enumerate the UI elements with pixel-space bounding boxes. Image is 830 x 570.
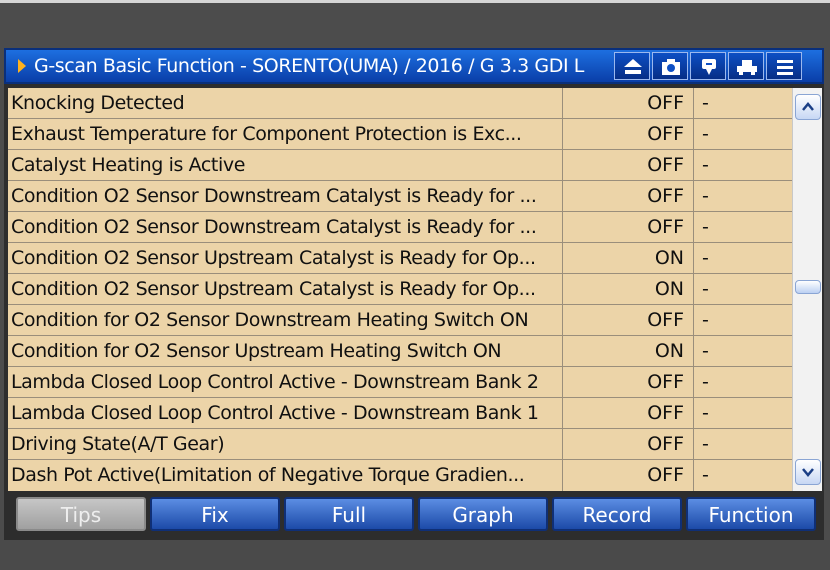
window-title: G-scan Basic Function - SORENTO(UMA) / 2…	[34, 55, 584, 77]
top-border	[0, 0, 830, 3]
full-button[interactable]: Full	[284, 497, 414, 531]
table-row[interactable]: Lambda Closed Loop Control Active - Down…	[8, 398, 792, 429]
scroll-down-button[interactable]	[795, 459, 821, 485]
screenshot-button[interactable]	[652, 52, 688, 80]
menu-button[interactable]	[766, 52, 802, 80]
parameter-unit: -	[702, 371, 709, 393]
parameter-name: Condition O2 Sensor Upstream Catalyst is…	[11, 247, 536, 269]
table-row[interactable]: Knocking Detected OFF -	[8, 88, 792, 119]
fix-button[interactable]: Fix	[150, 497, 280, 531]
parameter-name: Condition O2 Sensor Downstream Catalyst …	[11, 185, 537, 207]
parameter-unit: -	[702, 278, 709, 300]
menu-icon	[777, 60, 793, 75]
parameter-value: OFF	[647, 92, 684, 114]
bottom-strip	[0, 540, 830, 570]
parameter-unit: -	[702, 154, 709, 176]
parameter-name: Lambda Closed Loop Control Active - Down…	[11, 371, 539, 393]
parameter-unit: -	[702, 123, 709, 145]
parameter-unit: -	[702, 433, 709, 455]
scroll-up-button[interactable]	[795, 94, 821, 120]
parameter-name: Dash Pot Active(Limitation of Negative T…	[11, 464, 525, 486]
record-button[interactable]: Record	[552, 497, 682, 531]
parameter-value: OFF	[647, 402, 684, 424]
table-row[interactable]: Condition O2 Sensor Upstream Catalyst is…	[8, 274, 792, 305]
scroll-thumb[interactable]	[795, 280, 821, 294]
table-row[interactable]: Dash Pot Active(Limitation of Negative T…	[8, 460, 792, 491]
parameter-unit: -	[702, 185, 709, 207]
table-row[interactable]: Condition for O2 Sensor Downstream Heati…	[8, 305, 792, 336]
data-list-table: Knocking Detected OFF - Exhaust Temperat…	[8, 88, 792, 491]
help-icon	[702, 59, 716, 75]
parameter-unit: -	[702, 216, 709, 238]
parameter-unit: -	[702, 92, 709, 114]
vehicle-icon	[737, 60, 757, 75]
table-row[interactable]: Catalyst Heating is Active OFF -	[8, 150, 792, 181]
parameter-value: OFF	[647, 371, 684, 393]
column-divider	[562, 88, 563, 491]
table-row[interactable]: Lambda Closed Loop Control Active - Down…	[8, 367, 792, 398]
column-divider	[693, 88, 694, 491]
parameter-name: Catalyst Heating is Active	[11, 154, 245, 176]
title-arrow-icon	[18, 59, 26, 73]
parameter-value: OFF	[647, 309, 684, 331]
parameter-name: Knocking Detected	[11, 92, 185, 114]
table-row[interactable]: Driving State(A/T Gear) OFF -	[8, 429, 792, 460]
parameter-name: Condition O2 Sensor Downstream Catalyst …	[11, 216, 537, 238]
parameter-value: OFF	[647, 216, 684, 238]
parameter-unit: -	[702, 309, 709, 331]
graph-button[interactable]: Graph	[418, 497, 548, 531]
table-row[interactable]: Condition for O2 Sensor Upstream Heating…	[8, 336, 792, 367]
data-window: G-scan Basic Function - SORENTO(UMA) / 2…	[4, 48, 824, 540]
parameter-value: OFF	[647, 464, 684, 486]
parameter-name: Condition for O2 Sensor Downstream Heati…	[11, 309, 529, 331]
chevron-down-icon	[802, 468, 814, 477]
parameter-value: ON	[654, 278, 684, 300]
parameter-value: OFF	[647, 123, 684, 145]
function-button-bar: Tips Fix Full Graph Record Function	[8, 497, 820, 533]
vertical-scrollbar[interactable]	[792, 88, 822, 491]
parameter-name: Exhaust Temperature for Component Protec…	[11, 123, 522, 145]
parameter-value: OFF	[647, 185, 684, 207]
parameter-name: Condition O2 Sensor Upstream Catalyst is…	[11, 278, 536, 300]
table-row[interactable]: Exhaust Temperature for Component Protec…	[8, 119, 792, 150]
parameter-unit: -	[702, 340, 709, 362]
parameter-name: Lambda Closed Loop Control Active - Down…	[11, 402, 539, 424]
help-button[interactable]	[690, 52, 726, 80]
parameter-value: ON	[654, 340, 684, 362]
parameter-unit: -	[702, 247, 709, 269]
parameter-value: OFF	[647, 154, 684, 176]
function-button[interactable]: Function	[686, 497, 816, 531]
parameter-name: Driving State(A/T Gear)	[11, 433, 225, 455]
table-row[interactable]: Condition O2 Sensor Downstream Catalyst …	[8, 181, 792, 212]
home-button[interactable]	[614, 52, 650, 80]
parameter-value: OFF	[647, 433, 684, 455]
tips-button[interactable]: Tips	[16, 497, 146, 531]
parameter-value: ON	[654, 247, 684, 269]
parameter-unit: -	[702, 402, 709, 424]
camera-icon	[662, 59, 680, 75]
table-row[interactable]: Condition O2 Sensor Downstream Catalyst …	[8, 212, 792, 243]
home-icon	[624, 59, 642, 74]
title-bar: G-scan Basic Function - SORENTO(UMA) / 2…	[4, 48, 824, 84]
chevron-up-icon	[802, 102, 814, 111]
parameter-unit: -	[702, 464, 709, 486]
parameter-name: Condition for O2 Sensor Upstream Heating…	[11, 340, 502, 362]
vehicle-button[interactable]	[728, 52, 764, 80]
table-row[interactable]: Condition O2 Sensor Upstream Catalyst is…	[8, 243, 792, 274]
